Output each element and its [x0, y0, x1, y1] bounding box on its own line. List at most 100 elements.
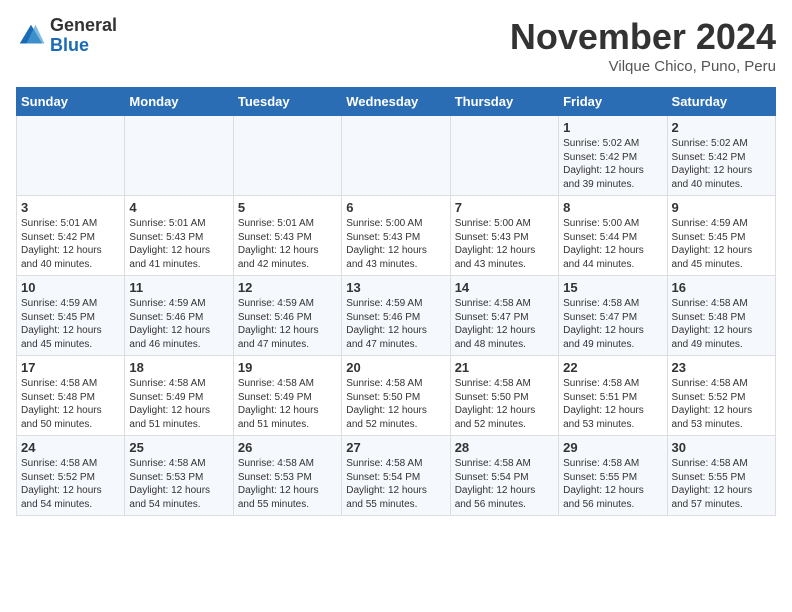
calendar-cell: 12 Sunrise: 4:59 AM Sunset: 5:46 PM Dayli… [233, 276, 341, 356]
calendar-cell: 2Sunrise: 5:02 AM Sunset: 5:42 PM Daylig… [667, 116, 775, 196]
calendar-cell: 21 Sunrise: 4:58 AM Sunset: 5:50 PM Dayli… [450, 356, 558, 436]
day-info: Sunrise: 4:58 AM Sunset: 5:48 PM Dayligh… [21, 377, 120, 431]
day-info: Sunrise: 4:58 AM Sunset: 5:48 PM Dayligh… [672, 297, 771, 351]
day-number: 17 [21, 360, 120, 375]
col-header-tuesday: Tuesday [233, 88, 341, 116]
logo: General Blue [16, 16, 117, 56]
calendar-cell: 15 Sunrise: 4:58 AM Sunset: 5:47 PM Dayli… [559, 276, 667, 356]
calendar-cell: 17 Sunrise: 4:58 AM Sunset: 5:48 PM Dayli… [17, 356, 125, 436]
day-number: 19 [238, 360, 337, 375]
day-info: Sunrise: 4:58 AM Sunset: 5:47 PM Dayligh… [455, 297, 554, 351]
day-info: Sunrise: 4:58 AM Sunset: 5:53 PM Dayligh… [238, 457, 337, 511]
calendar-cell [17, 116, 125, 196]
day-info: Sunrise: 4:59 AM Sunset: 5:45 PM Dayligh… [672, 217, 771, 271]
calendar-cell: 11Sunrise: 4:59 AM Sunset: 5:46 PM Dayli… [125, 276, 233, 356]
day-info: Sunrise: 5:01 AM Sunset: 5:43 PM Dayligh… [238, 217, 337, 271]
day-number: 4 [129, 200, 228, 215]
day-number: 5 [238, 200, 337, 215]
day-info: Sunrise: 4:58 AM Sunset: 5:50 PM Dayligh… [455, 377, 554, 431]
title-block: November 2024 Vilque Chico, Puno, Peru [510, 16, 776, 75]
calendar-week-row: 24 Sunrise: 4:58 AM Sunset: 5:52 PM Dayli… [17, 436, 776, 516]
day-number: 1 [563, 120, 662, 135]
day-info: Sunrise: 4:58 AM Sunset: 5:53 PM Dayligh… [129, 457, 228, 511]
calendar-cell: 13 Sunrise: 4:59 AM Sunset: 5:46 PM Dayli… [342, 276, 450, 356]
day-info: Sunrise: 5:01 AM Sunset: 5:42 PM Dayligh… [21, 217, 120, 271]
col-header-sunday: Sunday [17, 88, 125, 116]
calendar-header-row: SundayMondayTuesdayWednesdayThursdayFrid… [17, 88, 776, 116]
calendar-cell: 25Sunrise: 4:58 AM Sunset: 5:53 PM Dayli… [125, 436, 233, 516]
calendar-cell: 4 Sunrise: 5:01 AM Sunset: 5:43 PM Daylig… [125, 196, 233, 276]
day-info: Sunrise: 4:58 AM Sunset: 5:50 PM Dayligh… [346, 377, 445, 431]
day-info: Sunrise: 4:58 AM Sunset: 5:54 PM Dayligh… [455, 457, 554, 511]
calendar-cell: 3 Sunrise: 5:01 AM Sunset: 5:42 PM Daylig… [17, 196, 125, 276]
calendar-cell: 9 Sunrise: 4:59 AM Sunset: 5:45 PM Daylig… [667, 196, 775, 276]
logo-blue-text: Blue [50, 36, 117, 56]
day-number: 21 [455, 360, 554, 375]
day-number: 12 [238, 280, 337, 295]
day-number: 16 [672, 280, 771, 295]
day-info: Sunrise: 4:59 AM Sunset: 5:45 PM Dayligh… [21, 297, 120, 351]
calendar-cell: 16 Sunrise: 4:58 AM Sunset: 5:48 PM Dayli… [667, 276, 775, 356]
calendar-cell: 8 Sunrise: 5:00 AM Sunset: 5:44 PM Daylig… [559, 196, 667, 276]
calendar-cell: 29Sunrise: 4:58 AM Sunset: 5:55 PM Dayli… [559, 436, 667, 516]
calendar-cell: 19Sunrise: 4:58 AM Sunset: 5:49 PM Dayli… [233, 356, 341, 436]
calendar-cell: 22 Sunrise: 4:58 AM Sunset: 5:51 PM Dayli… [559, 356, 667, 436]
calendar-cell: 18 Sunrise: 4:58 AM Sunset: 5:49 PM Dayli… [125, 356, 233, 436]
logo-icon [16, 21, 46, 51]
day-info: Sunrise: 5:00 AM Sunset: 5:44 PM Dayligh… [563, 217, 662, 271]
day-number: 26 [238, 440, 337, 455]
day-number: 9 [672, 200, 771, 215]
calendar-cell: 6Sunrise: 5:00 AM Sunset: 5:43 PM Daylig… [342, 196, 450, 276]
calendar-cell: 28 Sunrise: 4:58 AM Sunset: 5:54 PM Dayli… [450, 436, 558, 516]
day-info: Sunrise: 4:59 AM Sunset: 5:46 PM Dayligh… [238, 297, 337, 351]
day-info: Sunrise: 4:58 AM Sunset: 5:52 PM Dayligh… [672, 377, 771, 431]
day-info: Sunrise: 4:58 AM Sunset: 5:51 PM Dayligh… [563, 377, 662, 431]
day-info: Sunrise: 4:59 AM Sunset: 5:46 PM Dayligh… [346, 297, 445, 351]
page-header: General Blue November 2024 Vilque Chico,… [16, 16, 776, 75]
calendar-cell: 5 Sunrise: 5:01 AM Sunset: 5:43 PM Daylig… [233, 196, 341, 276]
calendar-cell: 7Sunrise: 5:00 AM Sunset: 5:43 PM Daylig… [450, 196, 558, 276]
day-number: 7 [455, 200, 554, 215]
col-header-saturday: Saturday [667, 88, 775, 116]
day-info: Sunrise: 4:58 AM Sunset: 5:47 PM Dayligh… [563, 297, 662, 351]
calendar-cell: 20 Sunrise: 4:58 AM Sunset: 5:50 PM Dayli… [342, 356, 450, 436]
day-number: 15 [563, 280, 662, 295]
calendar-week-row: 3 Sunrise: 5:01 AM Sunset: 5:42 PM Daylig… [17, 196, 776, 276]
calendar-cell: 27Sunrise: 4:58 AM Sunset: 5:54 PM Dayli… [342, 436, 450, 516]
col-header-wednesday: Wednesday [342, 88, 450, 116]
calendar-cell: 23 Sunrise: 4:58 AM Sunset: 5:52 PM Dayli… [667, 356, 775, 436]
day-info: Sunrise: 4:58 AM Sunset: 5:54 PM Dayligh… [346, 457, 445, 511]
calendar-week-row: 1 Sunrise: 5:02 AM Sunset: 5:42 PM Daylig… [17, 116, 776, 196]
day-number: 14 [455, 280, 554, 295]
day-info: Sunrise: 5:02 AM Sunset: 5:42 PM Dayligh… [672, 137, 771, 191]
calendar-cell: 26 Sunrise: 4:58 AM Sunset: 5:53 PM Dayli… [233, 436, 341, 516]
day-number: 22 [563, 360, 662, 375]
location-subtitle: Vilque Chico, Puno, Peru [510, 58, 776, 75]
calendar-cell: 14 Sunrise: 4:58 AM Sunset: 5:47 PM Dayli… [450, 276, 558, 356]
calendar-cell: 1 Sunrise: 5:02 AM Sunset: 5:42 PM Daylig… [559, 116, 667, 196]
day-number: 18 [129, 360, 228, 375]
day-number: 30 [672, 440, 771, 455]
day-info: Sunrise: 5:00 AM Sunset: 5:43 PM Dayligh… [346, 217, 445, 271]
day-info: Sunrise: 4:58 AM Sunset: 5:49 PM Dayligh… [129, 377, 228, 431]
day-info: Sunrise: 4:58 AM Sunset: 5:55 PM Dayligh… [672, 457, 771, 511]
day-number: 24 [21, 440, 120, 455]
calendar-cell [342, 116, 450, 196]
day-number: 23 [672, 360, 771, 375]
day-info: Sunrise: 4:58 AM Sunset: 5:52 PM Dayligh… [21, 457, 120, 511]
calendar-week-row: 10Sunrise: 4:59 AM Sunset: 5:45 PM Dayli… [17, 276, 776, 356]
day-number: 8 [563, 200, 662, 215]
calendar-cell [450, 116, 558, 196]
day-info: Sunrise: 5:02 AM Sunset: 5:42 PM Dayligh… [563, 137, 662, 191]
calendar-cell [233, 116, 341, 196]
day-number: 20 [346, 360, 445, 375]
calendar-cell: 10Sunrise: 4:59 AM Sunset: 5:45 PM Dayli… [17, 276, 125, 356]
day-number: 13 [346, 280, 445, 295]
day-number: 29 [563, 440, 662, 455]
logo-general-text: General [50, 16, 117, 36]
col-header-friday: Friday [559, 88, 667, 116]
day-number: 3 [21, 200, 120, 215]
day-info: Sunrise: 5:01 AM Sunset: 5:43 PM Dayligh… [129, 217, 228, 271]
day-info: Sunrise: 4:59 AM Sunset: 5:46 PM Dayligh… [129, 297, 228, 351]
day-number: 28 [455, 440, 554, 455]
